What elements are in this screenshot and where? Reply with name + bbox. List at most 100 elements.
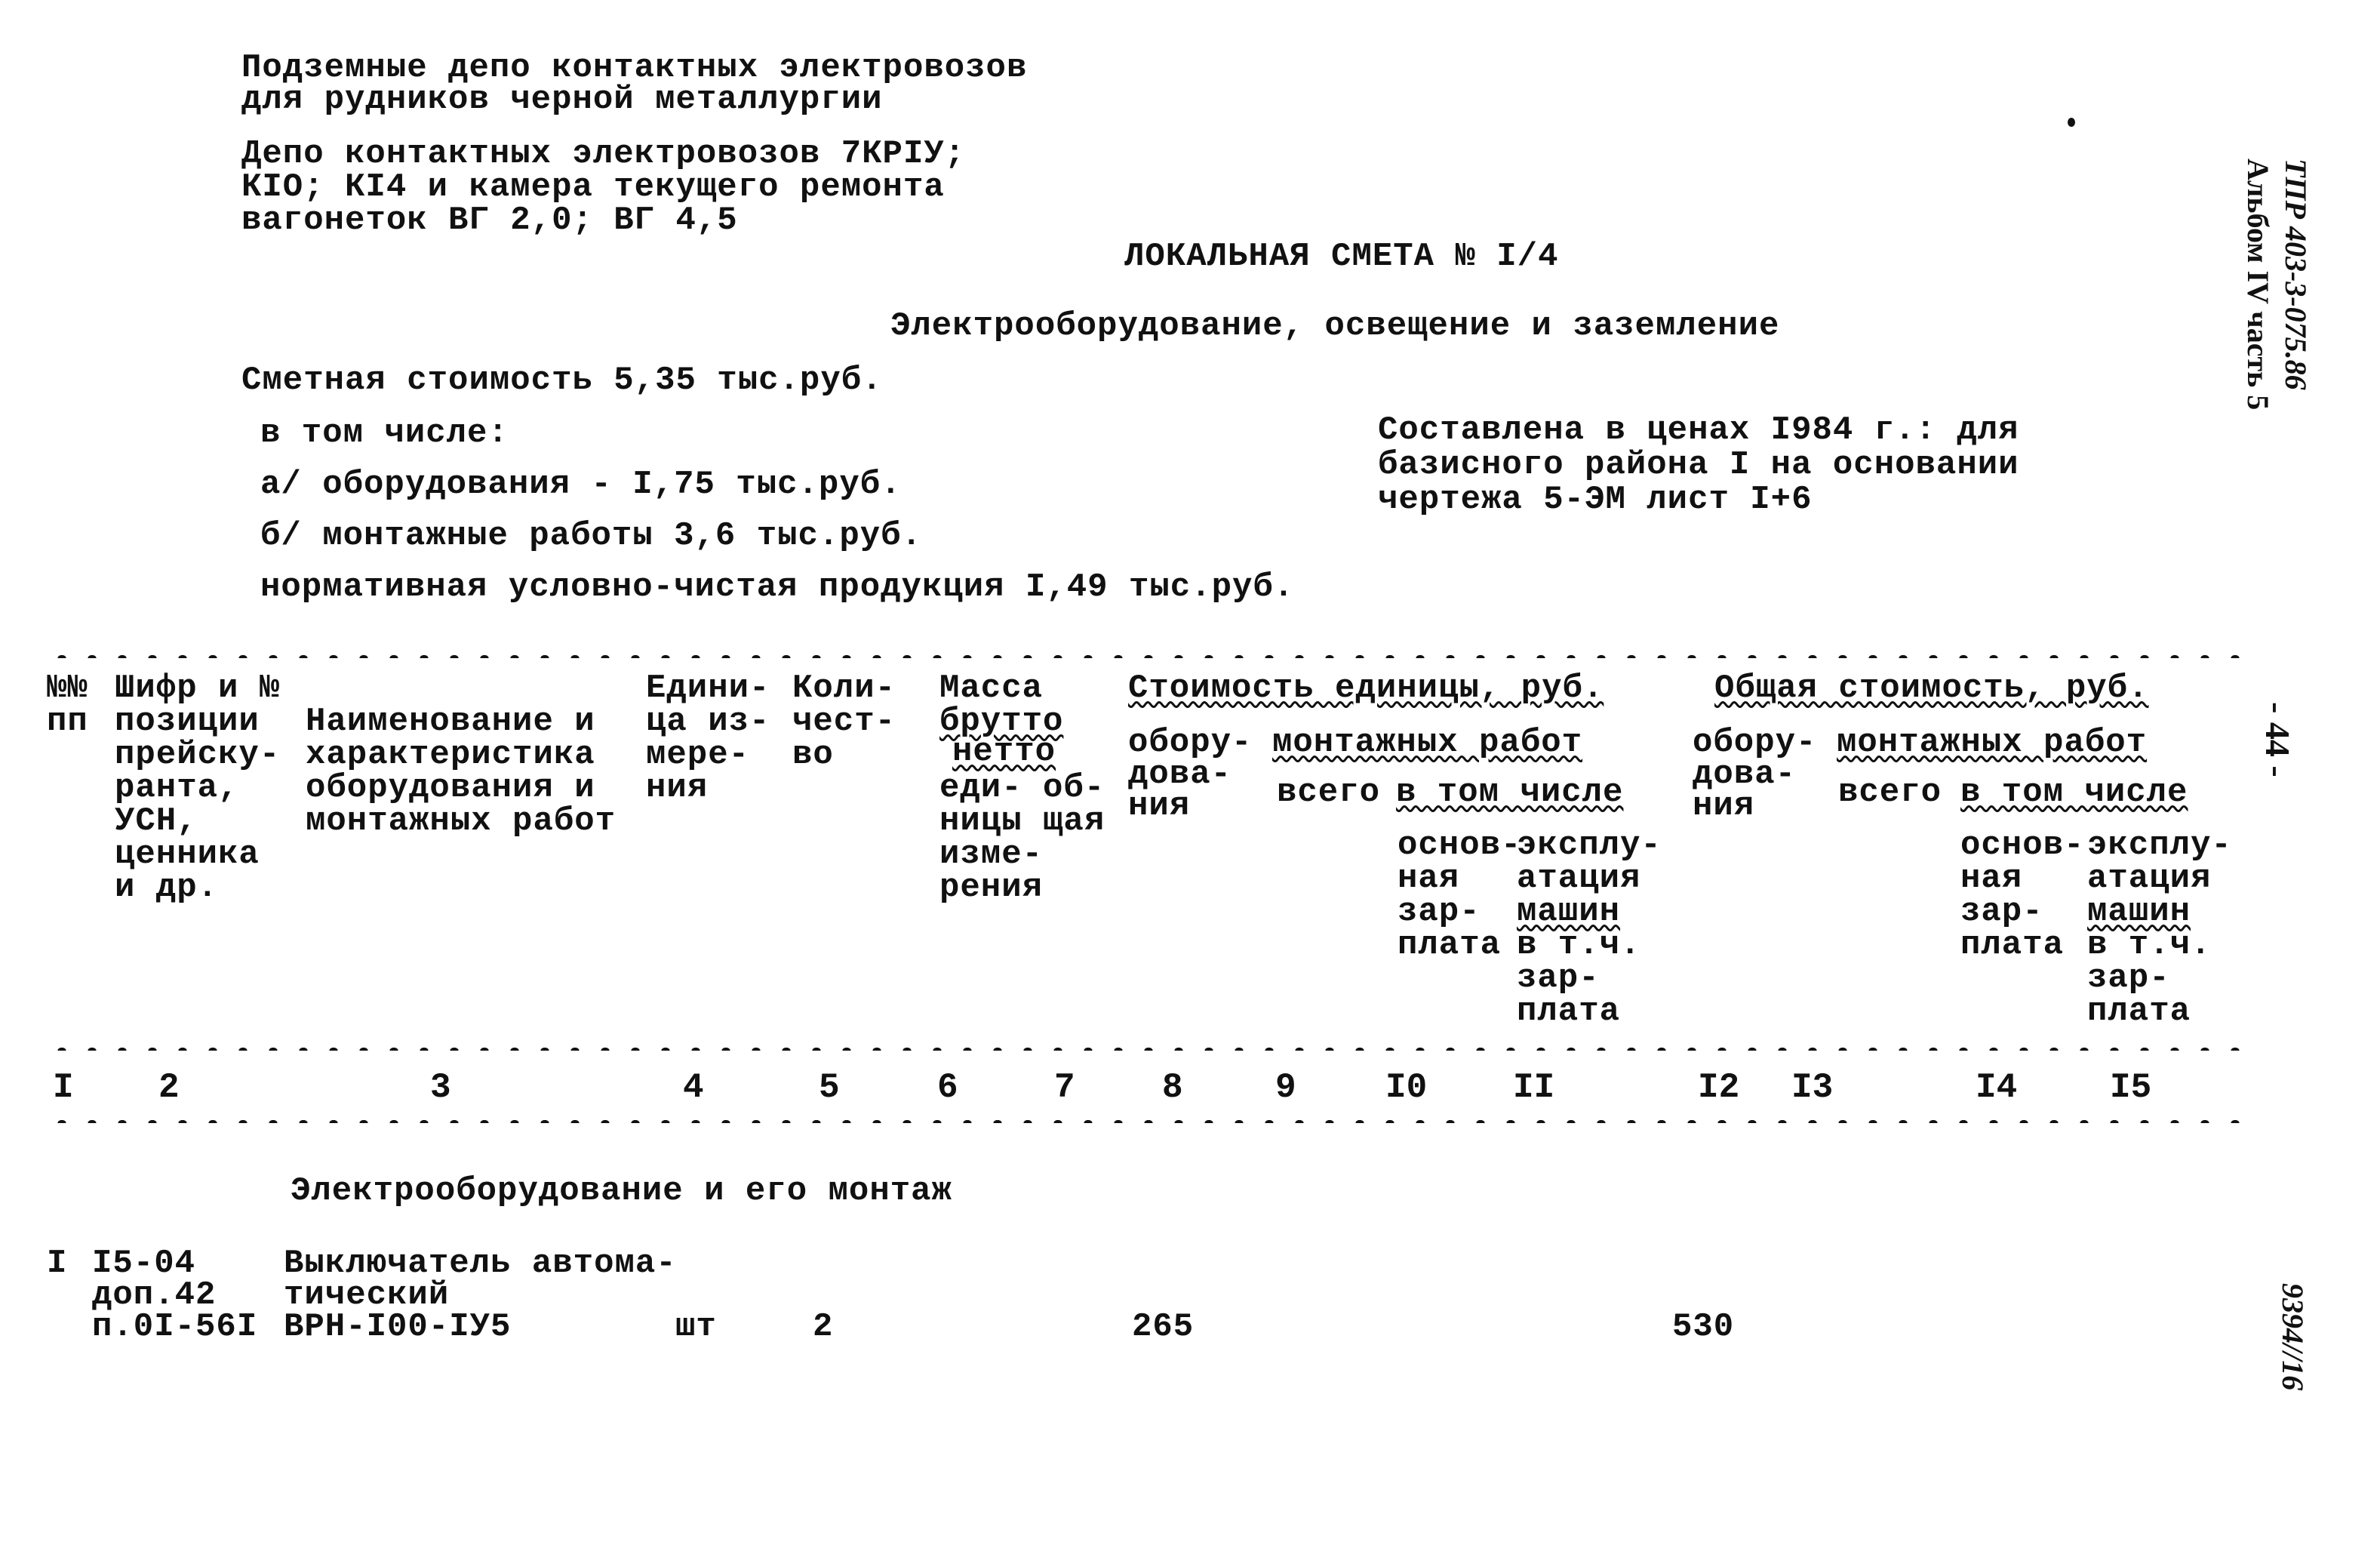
unit-installation-title: монтажных работ — [1272, 724, 1583, 762]
section-title: Электрооборудование и его монтаж — [291, 1172, 952, 1210]
col-header-code-line: ранта, — [115, 769, 239, 807]
row-total-equipment-cost: 530 — [1672, 1308, 1735, 1346]
album-code: ТПР 403-3-075.86 — [2279, 159, 2313, 390]
total-base-salary-line: плата — [1960, 926, 2065, 964]
equipment-cost: а/ оборудования - I,75 тыс.руб. — [260, 466, 902, 503]
album-part: Альбом IV часть 5 — [2241, 159, 2275, 411]
column-number: I0 — [1385, 1068, 1428, 1107]
column-number: I3 — [1791, 1068, 1834, 1107]
total-installation-total-header: всего — [1838, 774, 1942, 811]
column-numbers-bottom-border — [47, 1116, 2243, 1123]
column-number: 6 — [937, 1068, 958, 1107]
row-code-line: доп.42 — [92, 1276, 217, 1314]
basis-note-line1: Составлена в ценах I984 г.: для — [1378, 411, 2019, 449]
row-unit: шт — [675, 1308, 717, 1346]
column-numbers-top-border — [47, 1043, 2243, 1051]
mass-sub-line: еди- об- — [939, 769, 1105, 807]
basis-note-line3: чертежа 5-ЭМ лист I+6 — [1378, 481, 1813, 519]
column-number: I5 — [2110, 1068, 2152, 1107]
row-unit-equipment-cost: 265 — [1132, 1308, 1195, 1346]
total-machines-line: в т.ч. — [2087, 926, 2212, 964]
object-title-line3: вагонеток ВГ 2,0; ВГ 4,5 — [241, 202, 738, 239]
col-header-code-line: Шифр и № — [115, 669, 281, 707]
unit-machines-line: зар- — [1517, 959, 1600, 997]
total-base-salary-line: ная — [1960, 860, 2023, 897]
col-header-unit-line: ца из- — [646, 703, 770, 740]
total-machines-line: эксплу- — [2087, 826, 2232, 864]
unit-machines-line: эксплу- — [1517, 826, 1662, 864]
total-base-salary-line: зар- — [1960, 893, 2043, 931]
total-machines-line: машин — [2087, 893, 2191, 931]
column-number: 7 — [1054, 1068, 1075, 1107]
basis-note-line2: базисного района I на основании — [1378, 446, 2019, 484]
total-installation-title: монтажных работ — [1837, 724, 2148, 762]
col-header-number-line: пп — [47, 703, 88, 740]
estimated-cost: Сметная стоимость 5,35 тыс.руб. — [241, 362, 883, 399]
project-title-line1: Подземные депо контактных электровозов — [241, 49, 1028, 87]
unit-base-salary-line: плата — [1398, 926, 1502, 964]
total-machines-line: атация — [2087, 860, 2212, 897]
archive-number: 9394//16 — [2276, 1283, 2310, 1391]
column-number: II — [1513, 1068, 1555, 1107]
document-title: ЛОКАЛЬНАЯ СМЕТА № I/4 — [1124, 238, 1559, 275]
row-code-line: I5-04 — [92, 1245, 196, 1282]
total-machines-line: плата — [2087, 993, 2191, 1030]
unit-installation-total-header: всего — [1277, 774, 1381, 811]
column-number: 9 — [1275, 1068, 1296, 1107]
row-quantity: 2 — [813, 1308, 834, 1346]
col-header-code-line: прейску- — [115, 736, 281, 774]
column-number: 5 — [819, 1068, 840, 1107]
col-header-code-line: позиции — [115, 703, 260, 740]
column-number: I4 — [1976, 1068, 2018, 1107]
col-header-code-line: УСН, — [115, 802, 198, 840]
unit-base-salary-line: зар- — [1398, 893, 1481, 931]
ink-speck — [2068, 118, 2075, 127]
column-number: I — [53, 1068, 74, 1107]
unit-equipment-header-line: ния — [1128, 787, 1191, 825]
total-base-salary-line: основ- — [1960, 826, 2085, 864]
mass-title: Масса — [939, 669, 1044, 707]
row-code-line: п.0I-56I — [92, 1308, 258, 1346]
total-including-header: в том числе — [1960, 774, 2188, 811]
mass-sub-line: изме- — [939, 836, 1044, 873]
mass-net: нетто — [952, 733, 1056, 771]
unit-machines-line: атация — [1517, 860, 1641, 897]
total-equipment-header-line: ния — [1693, 787, 1755, 825]
total-equipment-header-line: обору- — [1693, 724, 1817, 762]
document-subtitle: Электрооборудование, освещение и заземле… — [890, 307, 1780, 345]
col-header-unit-line: мере- — [646, 736, 750, 774]
row-name-line: тический — [284, 1276, 450, 1314]
col-header-code-line: и др. — [115, 869, 219, 906]
unit-base-salary-line: основ- — [1398, 826, 1522, 864]
col-header-unit-line: ния — [646, 769, 709, 807]
column-number: I2 — [1698, 1068, 1740, 1107]
col-header-name-line: Наименование и — [306, 703, 595, 740]
column-number: 8 — [1162, 1068, 1183, 1107]
col-header-unit-line: Едини- — [646, 669, 770, 707]
unit-machines-line: в т.ч. — [1517, 926, 1641, 964]
col-header-code-line: ценника — [115, 836, 260, 873]
col-header-number-line: №№ — [47, 669, 88, 707]
table-top-border — [47, 651, 2243, 658]
col-header-name-line: монтажных работ — [306, 802, 617, 840]
mass-sub-line: рения — [939, 869, 1044, 906]
net-product-cost: нормативная условно-чистая продукция I,4… — [260, 568, 1295, 606]
installation-cost: б/ монтажные работы 3,6 тыс.руб. — [260, 517, 922, 555]
project-title-line2: для рудников черной металлургии — [241, 81, 883, 118]
unit-cost-title: Стоимость единицы, руб. — [1128, 669, 1604, 707]
col-header-name-line: характеристика — [306, 736, 595, 774]
page-number: - 44 - — [2259, 702, 2297, 777]
mass-sub-line: ницы щая — [939, 802, 1105, 840]
unit-machines-line: плата — [1517, 993, 1621, 1030]
row-number: I — [47, 1245, 68, 1282]
col-header-name-line: оборудования и — [306, 769, 595, 807]
col-header-quantity-line: Коли- — [792, 669, 896, 707]
unit-machines-line: машин — [1517, 893, 1621, 931]
object-title-line2: КIО; КI4 и камера текущего ремонта — [241, 168, 945, 206]
column-number: 4 — [683, 1068, 704, 1107]
unit-including-header: в том числе — [1396, 774, 1624, 811]
including-label: в том числе: — [260, 414, 509, 452]
column-number: 3 — [430, 1068, 451, 1107]
row-name-line: ВРН-I00-IУ5 — [284, 1308, 512, 1346]
unit-base-salary-line: ная — [1398, 860, 1460, 897]
